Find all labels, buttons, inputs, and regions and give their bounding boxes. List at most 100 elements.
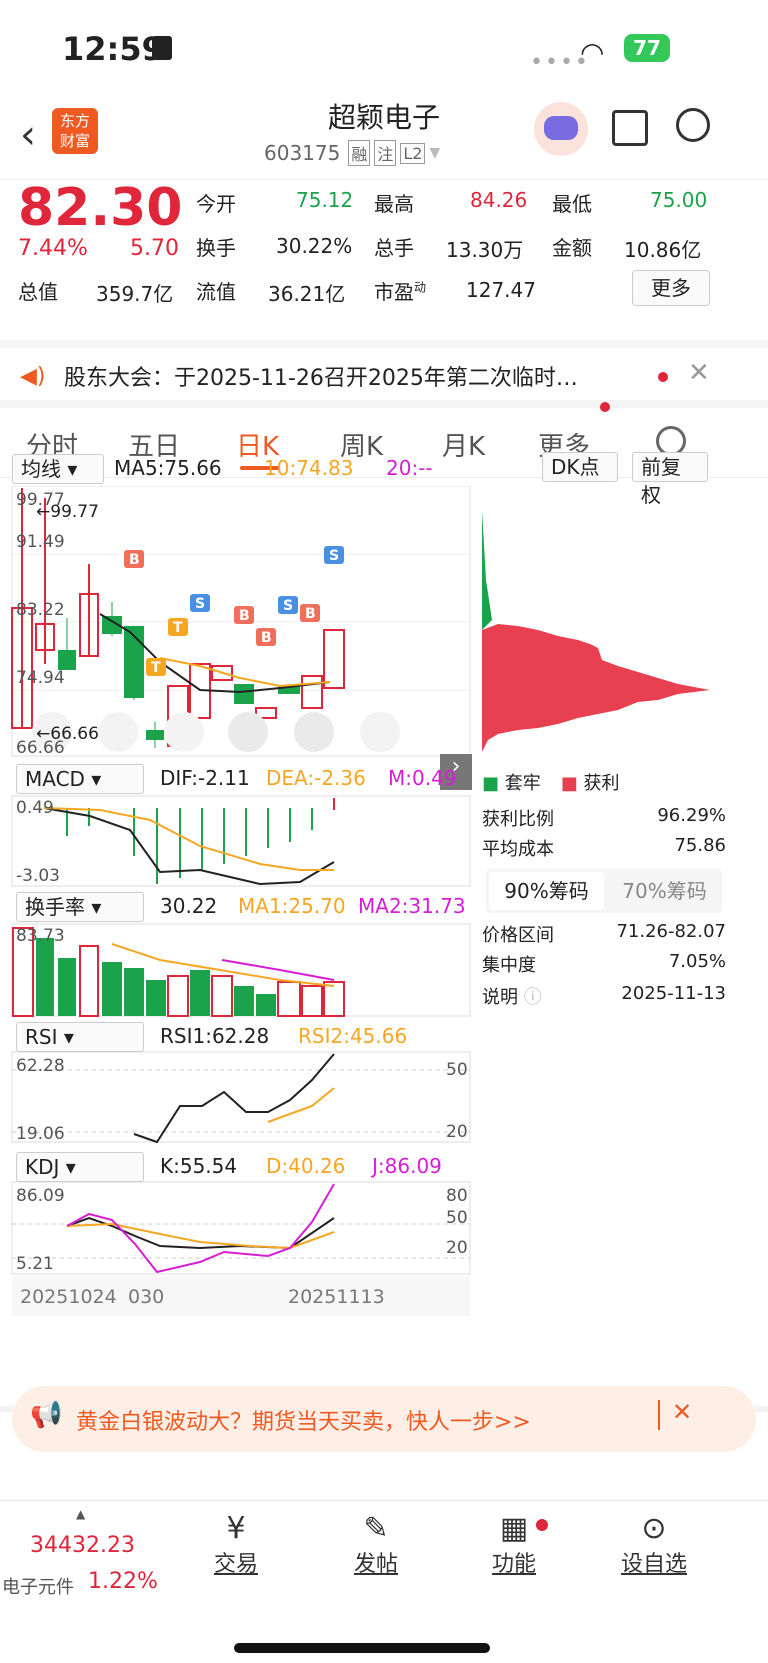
svg-text:B: B — [129, 552, 140, 568]
macd-m: M:0.49 — [388, 766, 457, 790]
grid-icon: ▦ — [499, 1511, 529, 1546]
concentration-row: 集中度 7.05% — [482, 951, 726, 976]
volume-label: 总手 — [374, 236, 414, 260]
svg-text:T: T — [173, 620, 183, 636]
svg-text:B: B — [305, 606, 316, 622]
tab-monthly[interactable]: 月K — [442, 426, 485, 463]
float-value: 36.21亿 — [268, 282, 346, 306]
function-button[interactable]: ▦ 功能 — [464, 1511, 564, 1578]
price-range-row: 价格区间 71.26-82.07 — [482, 921, 726, 946]
kdj-select[interactable]: KDJ ▾ — [16, 1152, 144, 1182]
svg-text:S: S — [195, 596, 205, 612]
sector-name[interactable]: 电子元件 — [2, 1573, 74, 1599]
macd-select[interactable]: MACD ▾ — [16, 764, 144, 794]
kdj-80: 80 — [446, 1186, 468, 1206]
rsi2-label: RSI2:45.66 — [298, 1024, 408, 1048]
svg-text:T: T — [151, 660, 161, 676]
status-bar: 12:59 •••• ◠ 77 — [0, 0, 768, 100]
more-dots-icon: ⊙ — [641, 1511, 667, 1546]
turnover-label: 换手 — [196, 236, 236, 260]
indicator-select[interactable]: 均线 ▾ — [12, 454, 104, 484]
mktcap-label: 总值 — [18, 280, 58, 304]
sector-index[interactable]: 34432.23 — [30, 1533, 135, 1558]
turnover-value: 30.22% — [276, 234, 353, 258]
ma20-label: 20:-- — [386, 456, 433, 480]
rsi1-label: RSI1:62.28 — [160, 1024, 270, 1048]
stock-header: ‹ 东方 财富 超颖电子 603175 融 注 L2 ▼ — [0, 100, 768, 180]
volume-value: 13.30万 — [446, 238, 524, 262]
search-icon[interactable] — [676, 108, 710, 142]
trade-button[interactable]: ¥ 交易 — [186, 1511, 286, 1578]
stock-name[interactable]: 超颖电子 — [0, 96, 768, 136]
close-icon[interactable]: ✕ — [688, 358, 710, 388]
ma10-label: 10:74.83 — [264, 456, 354, 480]
caret-up-icon: ▲ — [76, 1507, 86, 1521]
add-watch-button[interactable]: ⊙ 设自选 — [604, 1511, 704, 1578]
home-indicator — [234, 1643, 490, 1653]
robot-avatar-icon[interactable] — [534, 102, 588, 156]
stock-code-row[interactable]: 603175 融 注 L2 ▼ — [264, 140, 440, 166]
turnover-top: 83.73 — [16, 926, 65, 946]
function-dot — [536, 1519, 548, 1531]
sector-pct[interactable]: 1.22% — [88, 1569, 158, 1594]
float-label: 流值 — [196, 280, 236, 304]
rsi-select[interactable]: RSI ▾ — [16, 1022, 144, 1052]
ad-banner[interactable]: 📢 黄金白银波动大？期货当天买卖，快人一步>> ✕ — [12, 1386, 756, 1452]
y-label-2: 91.49 — [16, 532, 65, 552]
pe-value: 127.47 — [466, 278, 536, 302]
notice-text[interactable]: 股东大会：于2025-11-26召开2025年第二次临时… — [64, 360, 634, 392]
status-time: 12:59 — [62, 30, 164, 68]
high-label: 最高 — [374, 192, 414, 216]
last-price: 82.30 — [18, 178, 183, 238]
bottom-toolbar: ▲ 34432.23 电子元件 1.22% ¥ 交易 ✎ 发帖 ▦ 功能 ⊙ 设自选 — [0, 1500, 768, 1663]
macd-dif: DIF:-2.11 — [160, 766, 250, 790]
dropdown-icon: ▼ — [429, 145, 441, 161]
adjust-button[interactable]: 前复权 — [632, 452, 708, 507]
note-row: 说明 ⓘ 2025-11-13 — [482, 983, 726, 1008]
change-amt: 5.70 — [130, 236, 179, 261]
ma10-line — [159, 657, 331, 688]
kdj-bottom: 5.21 — [16, 1254, 54, 1274]
ad-close-icon[interactable]: ✕ — [672, 1398, 692, 1426]
macd-top: 0.49 — [16, 798, 54, 818]
share-icon[interactable] — [612, 110, 648, 146]
change-pct: 7.44% — [18, 236, 88, 261]
svg-text:B: B — [261, 630, 272, 646]
post-button[interactable]: ✎ 发帖 — [326, 1511, 426, 1578]
date-mid: 030 — [128, 1286, 165, 1308]
avg-cost-row: 平均成本 75.86 — [482, 835, 726, 860]
macd-bottom: -3.03 — [16, 866, 60, 886]
more-button[interactable]: 更多 — [632, 270, 710, 306]
notice-bar[interactable]: ◀) 股东大会：于2025-11-26召开2025年第二次临时… ✕ — [0, 340, 768, 408]
megaphone-icon: 📢 — [30, 1400, 63, 1430]
high-value: 84.26 — [470, 188, 528, 212]
speaker-icon: ◀) — [20, 364, 46, 389]
wifi-icon: ◠ — [580, 36, 605, 69]
stock-code: 603175 — [264, 141, 341, 165]
ad-text[interactable]: 黄金白银波动大？期货当天买卖，快人一步>> — [76, 1404, 531, 1436]
date-start: 20251024 — [20, 1286, 117, 1308]
profit-ratio-row: 获利比例 96.29% — [482, 805, 726, 830]
turnover-ma2: MA2:31.73 — [358, 894, 466, 918]
tag-l2: L2 — [400, 142, 426, 164]
low-value: 75.00 — [650, 188, 708, 212]
svg-text:S: S — [329, 548, 339, 564]
min-price-mark: ←66.66 — [36, 724, 99, 744]
battery-icon: 77 — [624, 34, 670, 62]
dk-point-button[interactable]: DK点 — [542, 452, 618, 482]
chip-tab-70[interactable]: 70%筹码 — [607, 869, 722, 913]
chip-tabs: 90%筹码 70%筹码 — [486, 869, 722, 913]
more-dot — [600, 402, 610, 412]
turnover-select[interactable]: 换手率 ▾ — [16, 892, 144, 922]
pe-label: 市盈动 — [374, 280, 427, 304]
date-end: 20251113 — [288, 1286, 385, 1308]
quote-panel: 82.30 7.44% 5.70 总值 359.7亿 今开 75.12 最高 8… — [0, 178, 768, 340]
amount-value: 10.86亿 — [624, 238, 702, 262]
ad-divider — [658, 1400, 660, 1430]
unread-dot — [658, 372, 668, 382]
turnover-ma1: MA1:25.70 — [238, 894, 346, 918]
macd-dea: DEA:-2.36 — [266, 766, 366, 790]
chip-tab-90[interactable]: 90%筹码 — [489, 872, 604, 910]
turnover-value-label: 30.22 — [160, 894, 218, 918]
id-icon — [152, 36, 172, 60]
